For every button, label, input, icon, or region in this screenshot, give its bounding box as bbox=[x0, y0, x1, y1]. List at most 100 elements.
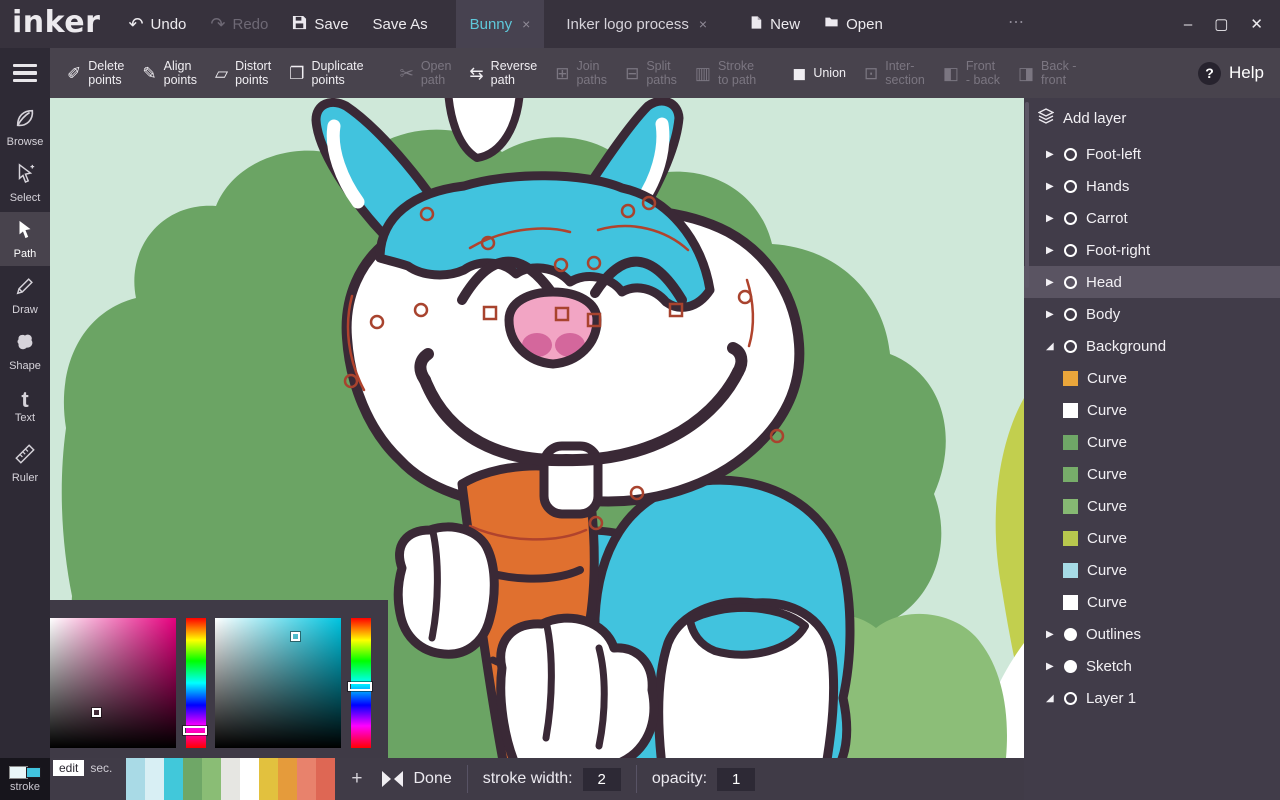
tab-inker-logo-process-close-icon[interactable]: × bbox=[699, 16, 707, 32]
secondary-hue-marker[interactable] bbox=[348, 682, 372, 691]
duplicate-points-button[interactable]: ❐ Duplicatepoints bbox=[280, 48, 372, 98]
expand-icon[interactable]: ▶ bbox=[1046, 629, 1061, 640]
tab-bunny-close-icon[interactable]: × bbox=[522, 16, 530, 32]
group-circle-icon bbox=[1064, 212, 1077, 225]
layer-row-sketch[interactable]: ▶ Sketch bbox=[1024, 650, 1280, 682]
layer-row-curve[interactable]: Curve bbox=[1024, 426, 1280, 458]
hamburger-menu-button[interactable] bbox=[0, 48, 50, 98]
layer-row-head[interactable]: ▶ Head bbox=[1024, 266, 1280, 298]
layer-row-curve[interactable]: Curve bbox=[1024, 394, 1280, 426]
layer-row-curve[interactable]: Curve bbox=[1024, 362, 1280, 394]
add-layer-button[interactable]: Add layer bbox=[1024, 98, 1280, 138]
bunny-nose bbox=[509, 292, 597, 364]
split-paths-button[interactable]: ⊟ Splitpaths bbox=[616, 48, 686, 98]
opacity-value[interactable]: 1 bbox=[717, 768, 755, 791]
palette-swatch[interactable] bbox=[164, 758, 183, 800]
tool-ruler[interactable]: Ruler bbox=[0, 436, 50, 490]
edit-hue-slider[interactable] bbox=[186, 618, 206, 748]
stroke-to-path-button[interactable]: ▥ Stroketo path bbox=[686, 48, 765, 98]
curve-color-swatch bbox=[1063, 435, 1078, 450]
secondary-hue-slider[interactable] bbox=[351, 618, 371, 748]
palette-swatch[interactable] bbox=[145, 758, 164, 800]
overflow-menu[interactable]: ⋯ bbox=[1008, 12, 1024, 32]
help-icon: ? bbox=[1198, 62, 1221, 85]
new-button[interactable]: New bbox=[737, 0, 812, 48]
palette-swatch[interactable] bbox=[183, 758, 202, 800]
tab-secondary-color[interactable]: sec. bbox=[84, 760, 118, 776]
layer-row-background[interactable]: ◢ Background bbox=[1024, 330, 1280, 362]
help-button[interactable]: ? Help bbox=[1198, 62, 1264, 85]
union-button[interactable]: ◼ Union bbox=[783, 48, 855, 98]
tool-text[interactable]: t Text bbox=[0, 380, 50, 434]
edit-color-field[interactable] bbox=[50, 618, 176, 748]
palette-swatch[interactable] bbox=[202, 758, 221, 800]
back-front-button[interactable]: ◨ Back -front bbox=[1009, 48, 1086, 98]
expand-icon[interactable]: ▶ bbox=[1046, 661, 1061, 672]
expand-icon[interactable]: ▶ bbox=[1046, 149, 1061, 160]
open-path-button[interactable]: ✂ Openpath bbox=[391, 48, 461, 98]
tool-select[interactable]: Select bbox=[0, 156, 50, 210]
close-button[interactable]: ✕ bbox=[1239, 15, 1274, 33]
save-as-button[interactable]: Save As bbox=[361, 0, 440, 48]
palette-swatch[interactable] bbox=[278, 758, 297, 800]
save-as-label: Save As bbox=[373, 16, 428, 33]
palette-swatch[interactable] bbox=[259, 758, 278, 800]
palette-swatch[interactable] bbox=[240, 758, 259, 800]
palette-swatch[interactable] bbox=[221, 758, 240, 800]
layer-row-curve[interactable]: Curve bbox=[1024, 490, 1280, 522]
align-points-button[interactable]: ✎ Alignpoints bbox=[133, 48, 206, 98]
layer-row-carrot[interactable]: ▶ Carrot bbox=[1024, 202, 1280, 234]
collapse-icon[interactable]: ◢ bbox=[1046, 693, 1061, 704]
layer-row-curve[interactable]: Curve bbox=[1024, 458, 1280, 490]
layer-row-curve[interactable]: Curve bbox=[1024, 522, 1280, 554]
tool-path[interactable]: Path bbox=[0, 212, 50, 266]
layer-row-hands[interactable]: ▶ Hands bbox=[1024, 170, 1280, 202]
layer-row-layer-1[interactable]: ◢ Layer 1 bbox=[1024, 682, 1280, 714]
add-swatch-button[interactable]: + bbox=[345, 768, 368, 790]
secondary-color-field[interactable] bbox=[215, 618, 341, 748]
tool-shape[interactable]: Shape bbox=[0, 324, 50, 378]
distort-points-button[interactable]: ▱ Distortpoints bbox=[206, 48, 280, 98]
palette-swatch[interactable] bbox=[297, 758, 316, 800]
expand-icon[interactable]: ▶ bbox=[1046, 309, 1061, 320]
tab-bunny[interactable]: Bunny × bbox=[456, 0, 545, 48]
minimize-button[interactable]: – bbox=[1173, 16, 1203, 33]
expand-icon[interactable]: ▶ bbox=[1046, 245, 1061, 256]
palette-swatch[interactable] bbox=[126, 758, 145, 800]
open-button[interactable]: Open bbox=[812, 0, 895, 48]
edit-hue-marker[interactable] bbox=[183, 726, 207, 735]
maximize-button[interactable]: ▢ bbox=[1203, 15, 1239, 33]
join-paths-button[interactable]: ⊞ Joinpaths bbox=[546, 48, 616, 98]
stroke-width-value[interactable]: 2 bbox=[583, 768, 621, 791]
layer-row-body[interactable]: ▶ Body bbox=[1024, 298, 1280, 330]
tool-browse[interactable]: Browse bbox=[0, 100, 50, 154]
tab-edit-color[interactable]: edit bbox=[53, 760, 84, 776]
redo-button[interactable]: ↷ Redo bbox=[198, 0, 280, 48]
done-button[interactable]: Done bbox=[382, 770, 451, 788]
layer-row-curve[interactable]: Curve bbox=[1024, 554, 1280, 586]
layer-row-foot-left[interactable]: ▶ Foot-left bbox=[1024, 138, 1280, 170]
front-back-button[interactable]: ◧ Front- back bbox=[934, 48, 1009, 98]
fill-stroke-indicator[interactable] bbox=[9, 766, 41, 779]
secondary-color-marker[interactable] bbox=[291, 632, 300, 641]
stroke-width-label: stroke width: bbox=[483, 770, 573, 788]
edit-color-marker[interactable] bbox=[92, 708, 101, 717]
delete-points-button[interactable]: ✐ Deletepoints bbox=[58, 48, 133, 98]
expand-icon[interactable]: ▶ bbox=[1046, 181, 1061, 192]
tool-draw[interactable]: Draw bbox=[0, 268, 50, 322]
save-button[interactable]: Save bbox=[280, 0, 360, 48]
palette-swatch[interactable] bbox=[316, 758, 335, 800]
intersection-button[interactable]: ⊡ Inter-section bbox=[855, 48, 934, 98]
expand-icon[interactable]: ▶ bbox=[1046, 277, 1061, 288]
layers-scrollbar[interactable] bbox=[1025, 102, 1029, 288]
group-circle-icon bbox=[1064, 308, 1077, 321]
undo-button[interactable]: ↶ Undo bbox=[116, 0, 198, 48]
tab-inker-logo-process[interactable]: Inker logo process × bbox=[552, 0, 721, 48]
expand-icon[interactable]: ▶ bbox=[1046, 213, 1061, 224]
reverse-path-button[interactable]: ⇆ Reversepath bbox=[460, 48, 546, 98]
layer-row-curve[interactable]: Curve bbox=[1024, 586, 1280, 618]
cursor-icon bbox=[14, 163, 36, 190]
layer-row-foot-right[interactable]: ▶ Foot-right bbox=[1024, 234, 1280, 266]
collapse-icon[interactable]: ◢ bbox=[1046, 341, 1061, 352]
layer-row-outlines[interactable]: ▶ Outlines bbox=[1024, 618, 1280, 650]
